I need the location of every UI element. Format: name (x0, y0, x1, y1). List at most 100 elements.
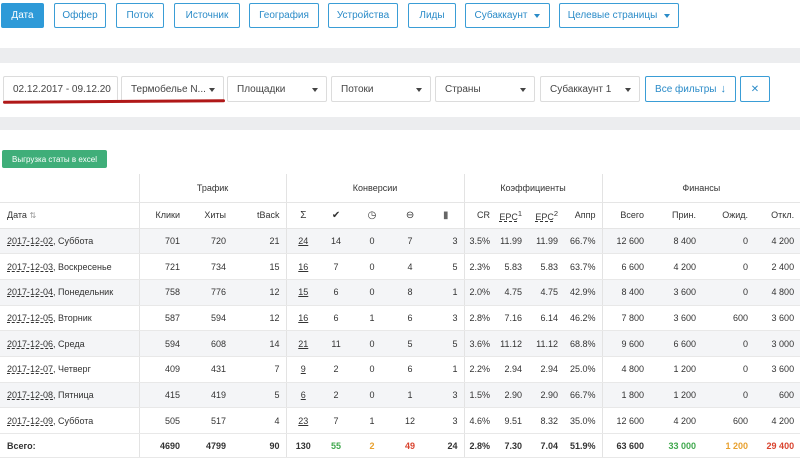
date-link[interactable]: 2017-12-07 (7, 364, 53, 374)
cell-trash: 5 (428, 330, 465, 357)
total-hits: 4799 (186, 433, 232, 458)
cell-rejected: 2 400 (754, 253, 800, 280)
cell-ok: 2 (320, 382, 353, 409)
col-tback[interactable]: tBack (232, 202, 287, 229)
trash-icon[interactable]: ▮ (428, 202, 465, 229)
tab-source[interactable]: Источник (174, 3, 240, 28)
sum-icon[interactable]: Σ (285, 202, 321, 229)
tab-leads[interactable]: Лиды (408, 3, 456, 28)
countries-select[interactable]: Страны (435, 76, 535, 102)
cell-sum[interactable]: 16 (285, 305, 321, 332)
cell-accepted: 6 600 (650, 330, 703, 357)
weekday-label: , Вторник (53, 312, 92, 323)
total-tback: 90 (232, 433, 287, 458)
tab-offer[interactable]: Оффер (54, 3, 106, 28)
cell-sum[interactable]: 16 (285, 253, 321, 280)
cell-rejected: 600 (754, 382, 800, 409)
cell-sum[interactable]: 23 (285, 407, 321, 434)
cell-cr: 2.2% (463, 356, 497, 383)
col-clicks[interactable]: Клики (138, 202, 186, 229)
cell-sum[interactable]: 15 (285, 279, 321, 306)
platforms-value: Площадки (237, 83, 286, 95)
date-link[interactable]: 2017-12-05 (7, 313, 53, 323)
clear-filters-button[interactable]: ✕ (740, 76, 770, 102)
tab-devices[interactable]: Устройства (328, 3, 398, 28)
col-accepted[interactable]: Прин. (650, 202, 703, 229)
date-link[interactable]: 2017-12-09 (7, 416, 53, 426)
cell-trash: 3 (428, 228, 465, 255)
clock-icon[interactable]: ◷ (352, 202, 393, 229)
streams-select[interactable]: Потоки (331, 76, 431, 102)
cell-pending: 600 (702, 407, 755, 434)
cell-trash: 3 (428, 305, 465, 332)
tab-date[interactable]: Дата (1, 3, 44, 28)
minus-circle-icon[interactable]: ⊖ (392, 202, 429, 229)
cell-rejected: 4 800 (754, 279, 800, 306)
table-row: 2017-12-06, Среда 594 608 14 21 11 0 5 5 3.6% 11.1… (0, 330, 800, 357)
date-link[interactable]: 2017-12-02 (7, 236, 53, 246)
report-tabs: Дата Оффер Поток Источник География Устр… (0, 0, 800, 48)
offer-select[interactable]: Термобелье N... (121, 76, 224, 102)
cell-tback: 15 (232, 253, 287, 280)
total-trash: 24 (428, 433, 465, 458)
weekday-label: , Среда (53, 338, 85, 349)
cell-epc1: 9.51 (496, 407, 529, 434)
col-hits[interactable]: Хиты (186, 202, 232, 229)
cell-hits: 419 (186, 382, 232, 409)
totals-row: Всего: 4690 4799 90 130 55 2 49 24 2.8% 7.30 7.04 51… (0, 433, 800, 458)
check-icon[interactable]: ✔ (320, 202, 353, 229)
cell-epc1: 11.12 (496, 330, 529, 357)
caret-down-icon (625, 88, 631, 92)
col-rejected[interactable]: Откл. (754, 202, 800, 229)
cell-accepted: 3 600 (650, 305, 703, 332)
cell-wait: 0 (352, 279, 393, 306)
col-appr[interactable]: Аппр (564, 202, 603, 229)
tab-subaccount-dropdown[interactable]: Субаккаунт (465, 3, 550, 28)
cell-sum[interactable]: 21 (285, 330, 321, 357)
cell-appr: 66.7% (564, 382, 603, 409)
cell-sum[interactable]: 9 (285, 356, 321, 383)
weekday-label: , Понедельник (53, 287, 114, 298)
date-link[interactable]: 2017-12-06 (7, 339, 53, 349)
col-epc2[interactable]: EPC2 (528, 202, 565, 229)
cell-rejected: 3 600 (754, 356, 800, 383)
cell-wait: 0 (352, 330, 393, 357)
export-excel-button[interactable]: Выгрузка статы в excel (2, 150, 107, 168)
cell-cr: 3.6% (463, 330, 497, 357)
cell-tback: 12 (232, 305, 287, 332)
cell-cr: 3.5% (463, 228, 497, 255)
cell-rej: 6 (392, 356, 429, 383)
tab-stream[interactable]: Поток (116, 3, 164, 28)
cell-sum[interactable]: 6 (285, 382, 321, 409)
tab-landing-pages-dropdown[interactable]: Целевые страницы (559, 3, 679, 28)
all-filters-button[interactable]: Все фильтры ↓ (645, 76, 736, 102)
table-row: 2017-12-05, Вторник 587 594 12 16 6 1 6 3 2.8% 7.1… (0, 305, 800, 332)
date-link[interactable]: 2017-12-08 (7, 390, 53, 400)
cell-ok: 7 (320, 253, 353, 280)
cell-hits: 720 (186, 228, 232, 255)
col-pending[interactable]: Ожид. (702, 202, 755, 229)
cell-tback: 5 (232, 382, 287, 409)
cell-tback: 21 (232, 228, 287, 255)
col-epc1[interactable]: EPC1 (496, 202, 529, 229)
stats-table: Трафик Конверсии Коэффициенты Финансы Да… (0, 174, 800, 458)
col-total[interactable]: Всего (601, 202, 651, 229)
col-cr[interactable]: CR (463, 202, 497, 229)
date-link[interactable]: 2017-12-04 (7, 287, 53, 297)
cell-rejected: 4 200 (754, 228, 800, 255)
date-range-input[interactable]: 02.12.2017 - 09.12.20 (3, 76, 118, 102)
cell-sum[interactable]: 24 (285, 228, 321, 255)
weekday-label: , Суббота (53, 415, 94, 426)
subaccount-select[interactable]: Субаккаунт 1 (540, 76, 640, 102)
sort-icon[interactable]: ⇅ (29, 211, 36, 220)
cell-rej: 8 (392, 279, 429, 306)
group-coefficients: Коэффициенты (463, 174, 603, 203)
platforms-select[interactable]: Площадки (227, 76, 327, 102)
cell-appr: 63.7% (564, 253, 603, 280)
weekday-label: , Пятница (53, 389, 94, 400)
date-link[interactable]: 2017-12-03 (7, 262, 53, 272)
cell-epc2: 2.94 (528, 356, 565, 383)
col-date-label: Дата (7, 210, 27, 220)
tab-geography[interactable]: География (249, 3, 319, 28)
col-date[interactable]: Дата ⇅ (0, 202, 139, 229)
